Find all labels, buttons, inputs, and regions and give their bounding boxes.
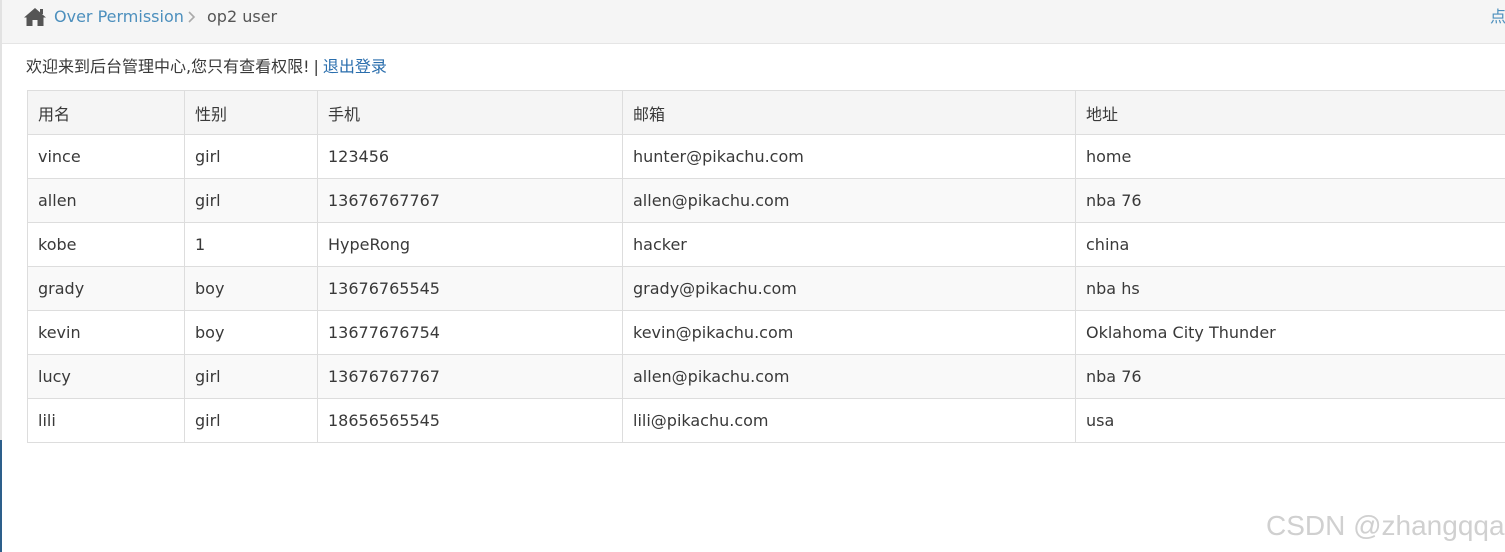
header-username: 用名 xyxy=(27,90,185,135)
cell-gender: girl xyxy=(184,354,318,399)
table-row: kevin boy 13677676754 kevin@pikachu.com … xyxy=(27,310,1505,355)
cell-username: grady xyxy=(27,266,185,311)
welcome-separator: | xyxy=(313,57,319,76)
left-accent-border xyxy=(0,440,2,552)
cell-email: grady@pikachu.com xyxy=(622,266,1076,311)
cell-email: allen@pikachu.com xyxy=(622,354,1076,399)
cell-phone: 13676765545 xyxy=(317,266,623,311)
cell-phone: 13676767767 xyxy=(317,354,623,399)
cell-gender: girl xyxy=(184,134,318,179)
cell-address: Oklahoma City Thunder xyxy=(1075,310,1505,355)
header-phone: 手机 xyxy=(317,90,623,135)
header-email: 邮箱 xyxy=(622,90,1076,135)
table-row: lucy girl 13676767767 allen@pikachu.com … xyxy=(27,354,1505,399)
page: Over Permission op2 user 点 欢迎来到后台管理中心,您只… xyxy=(0,0,1505,552)
cell-address: nba 76 xyxy=(1075,178,1505,223)
table-row: vince girl 123456 hunter@pikachu.com hom… xyxy=(27,134,1505,179)
cell-username: kobe xyxy=(27,222,185,267)
breadcrumb: Over Permission op2 user 点 xyxy=(2,0,1505,44)
cell-gender: girl xyxy=(184,178,318,223)
cell-phone: 13677676754 xyxy=(317,310,623,355)
breadcrumb-link-over-permission[interactable]: Over Permission xyxy=(54,6,184,28)
cell-email: hunter@pikachu.com xyxy=(622,134,1076,179)
cell-address: usa xyxy=(1075,398,1505,443)
cell-phone: 13676767767 xyxy=(317,178,623,223)
cell-address: china xyxy=(1075,222,1505,267)
cell-phone: 18656565545 xyxy=(317,398,623,443)
table-row: lili girl 18656565545 lili@pikachu.com u… xyxy=(27,398,1505,443)
cell-email: hacker xyxy=(622,222,1076,267)
table-row: grady boy 13676765545 grady@pikachu.com … xyxy=(27,266,1505,311)
cell-gender: 1 xyxy=(184,222,318,267)
table-header-row: 用名 性别 手机 邮箱 地址 xyxy=(27,90,1505,135)
header-gender: 性别 xyxy=(184,90,318,135)
cell-phone: HypeRong xyxy=(317,222,623,267)
table-row: kobe 1 HypeRong hacker china xyxy=(27,222,1505,267)
cell-username: kevin xyxy=(27,310,185,355)
cell-username: vince xyxy=(27,134,185,179)
logout-link[interactable]: 退出登录 xyxy=(323,57,387,76)
welcome-message: 欢迎来到后台管理中心,您只有查看权限! xyxy=(26,57,310,76)
table-row: allen girl 13676767767 allen@pikachu.com… xyxy=(27,178,1505,223)
cell-email: lili@pikachu.com xyxy=(622,398,1076,443)
user-table: 用名 性别 手机 邮箱 地址 vince girl 123456 hunter@… xyxy=(27,90,1505,443)
welcome-line: 欢迎来到后台管理中心,您只有查看权限! | 退出登录 xyxy=(26,56,387,78)
home-icon[interactable] xyxy=(23,6,47,28)
cell-phone: 123456 xyxy=(317,134,623,179)
cell-username: allen xyxy=(27,178,185,223)
chevron-right-icon xyxy=(185,8,199,26)
watermark: CSDN @zhangqqa xyxy=(1266,510,1505,541)
cell-address: nba 76 xyxy=(1075,354,1505,399)
header-address: 地址 xyxy=(1075,90,1505,135)
breadcrumb-current: op2 user xyxy=(207,7,278,26)
cell-username: lili xyxy=(27,398,185,443)
cell-email: kevin@pikachu.com xyxy=(622,310,1076,355)
cell-address: nba hs xyxy=(1075,266,1505,311)
cell-gender: boy xyxy=(184,266,318,311)
cell-email: allen@pikachu.com xyxy=(622,178,1076,223)
breadcrumb-right-link[interactable]: 点 xyxy=(1490,6,1505,28)
cell-gender: boy xyxy=(184,310,318,355)
cell-username: lucy xyxy=(27,354,185,399)
cell-gender: girl xyxy=(184,398,318,443)
cell-address: home xyxy=(1075,134,1505,179)
